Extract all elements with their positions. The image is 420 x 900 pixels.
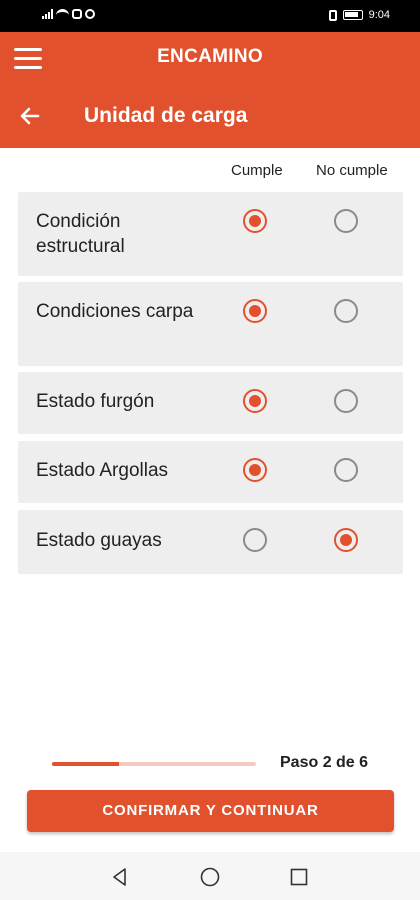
radio-cumple[interactable] [243,209,267,233]
app-bar: ENCAMINO Unidad de carga [0,32,420,148]
whatsapp-icon [85,9,95,19]
vibrate-icon [328,9,337,21]
signal-icon [42,9,53,19]
radio-cumple[interactable] [243,528,267,552]
triangle-back-icon [113,868,126,886]
radio-no-cumple[interactable] [334,209,358,233]
checklist-row-label: Estado Argollas [36,460,169,481]
column-header-no-cumple: No cumple [316,162,388,179]
status-icons-right: 9:04 [328,9,390,21]
checklist-row-condicion-estructural: Condición estructural [18,192,403,276]
app-title: ENCAMINO [157,46,263,67]
status-bar: 9:04 [0,0,420,32]
step-progress-fill [52,762,120,766]
checklist-row-estado-argollas: Estado Argollas [18,441,403,503]
step-label: Paso 2 de 6 [280,754,369,771]
screen-title: Unidad de carga [84,104,248,127]
step-progress-bar [52,762,256,766]
circle-home-icon [200,867,220,887]
wifi-icon [56,9,69,19]
checklist-row-label: Condición estructural [36,211,125,257]
radio-no-cumple[interactable] [334,299,358,323]
back-button[interactable] [18,104,48,130]
confirm-continue-button[interactable]: CONFIRMAR Y CONTINUAR [27,790,394,832]
radio-no-cumple[interactable] [334,528,358,552]
checklist-row-condiciones-carpa: Condiciones carpa [18,282,403,366]
nav-recents-button[interactable] [288,866,310,888]
nav-back-button[interactable] [109,866,131,888]
radio-no-cumple[interactable] [334,458,358,482]
column-header-cumple: Cumple [231,162,283,179]
instagram-icon [72,9,82,19]
status-icons-left [42,9,95,19]
system-nav-bar [0,852,420,900]
checklist-row-label: Estado furgón [36,391,155,412]
checklist-row-label: Condiciones carpa [36,301,194,322]
battery-icon [342,10,363,20]
square-recents-icon [290,868,308,886]
checklist-row-estado-guayas: Estado guayas [18,510,403,574]
checklist-row-label: Estado guayas [36,530,162,551]
status-time: 9:04 [368,9,390,21]
arrow-left-icon [20,107,40,125]
radio-cumple[interactable] [243,389,267,413]
radio-cumple[interactable] [243,299,267,323]
radio-no-cumple[interactable] [334,389,358,413]
checklist-row-estado-furgon: Estado furgón [18,372,403,434]
nav-home-button[interactable] [199,866,221,888]
radio-cumple[interactable] [243,458,267,482]
